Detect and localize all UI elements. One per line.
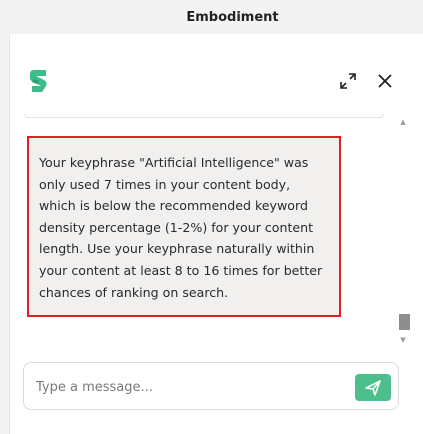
chat-header	[10, 34, 423, 114]
scroll-up-arrow-icon[interactable]: ▲	[399, 118, 407, 126]
scroll-down-arrow-icon[interactable]: ▼	[399, 336, 407, 344]
message-scrollbar[interactable]: ▲ ▼	[396, 118, 410, 350]
scroll-thumb[interactable]	[399, 314, 410, 330]
chat-message: Your keyphrase "Artificial Intelligence"…	[27, 136, 341, 318]
send-icon	[365, 379, 381, 396]
send-button[interactable]	[355, 374, 391, 401]
close-button[interactable]	[374, 70, 396, 92]
expand-icon	[340, 73, 356, 89]
window-title-bar: Embodiment	[0, 0, 423, 34]
message-text: Your keyphrase "Artificial Intelligence"…	[39, 155, 323, 300]
brand-logo-icon	[24, 68, 52, 94]
chat-panel: Your keyphrase "Artificial Intelligence"…	[9, 34, 423, 434]
message-input[interactable]	[34, 375, 338, 399]
expand-button[interactable]	[337, 70, 359, 92]
close-icon	[378, 74, 392, 88]
previous-message-bubble	[24, 114, 384, 118]
message-composer	[23, 362, 399, 410]
window-title: Embodiment	[186, 9, 279, 25]
